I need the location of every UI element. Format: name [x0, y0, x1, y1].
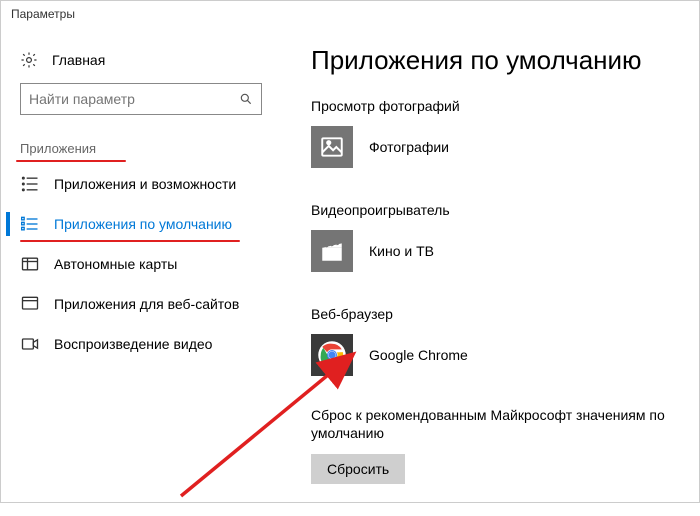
app-label: Фотографии — [369, 139, 449, 155]
photo-viewer-app[interactable]: Фотографии — [311, 126, 684, 168]
sidebar-item-offline-maps[interactable]: Автономные карты — [16, 244, 266, 284]
sidebar-item-apps-websites[interactable]: Приложения для веб-сайтов — [16, 284, 266, 324]
home-label: Главная — [52, 52, 105, 68]
search-icon — [239, 92, 253, 106]
search-input[interactable] — [29, 91, 239, 107]
website-icon — [20, 294, 40, 314]
sidebar-item-label: Приложения и возможности — [54, 176, 236, 192]
chrome-icon — [311, 334, 353, 376]
page-title: Приложения по умолчанию — [311, 45, 684, 76]
sidebar-item-default-apps[interactable]: Приложения по умолчанию — [16, 204, 266, 244]
section-label: Приложения — [16, 135, 266, 164]
sidebar: Главная Приложения Приложения и возможно… — [16, 41, 286, 484]
photos-icon — [311, 126, 353, 168]
sidebar-item-label: Автономные карты — [54, 256, 177, 272]
web-browser-heading: Веб-браузер — [311, 306, 684, 322]
sidebar-item-label: Приложения для веб-сайтов — [54, 296, 239, 312]
gear-icon — [20, 51, 38, 69]
photo-viewer-heading: Просмотр фотографий — [311, 98, 684, 114]
list-icon — [20, 174, 40, 194]
search-box[interactable] — [20, 83, 262, 115]
sidebar-item-video-playback[interactable]: Воспроизведение видео — [16, 324, 266, 364]
video-player-heading: Видеопроигрыватель — [311, 202, 684, 218]
reset-label: Сброс к рекомендованным Майкрософт значе… — [311, 406, 684, 442]
window-titlebar: Параметры — [1, 1, 699, 31]
web-browser-app[interactable]: Google Chrome — [311, 334, 684, 376]
home-button[interactable]: Главная — [16, 41, 266, 83]
sidebar-item-label: Воспроизведение видео — [54, 336, 212, 352]
reset-button[interactable]: Сбросить — [311, 454, 405, 484]
window-title: Параметры — [11, 7, 75, 21]
sidebar-item-apps-features[interactable]: Приложения и возможности — [16, 164, 266, 204]
app-label: Кино и ТВ — [369, 243, 434, 259]
sidebar-item-label: Приложения по умолчанию — [54, 216, 232, 232]
movies-tv-icon — [311, 230, 353, 272]
video-icon — [20, 334, 40, 354]
defaults-icon — [20, 214, 40, 234]
main-content: Приложения по умолчанию Просмотр фотогра… — [286, 41, 684, 484]
video-player-app[interactable]: Кино и ТВ — [311, 230, 684, 272]
map-icon — [20, 254, 40, 274]
app-label: Google Chrome — [369, 347, 468, 363]
